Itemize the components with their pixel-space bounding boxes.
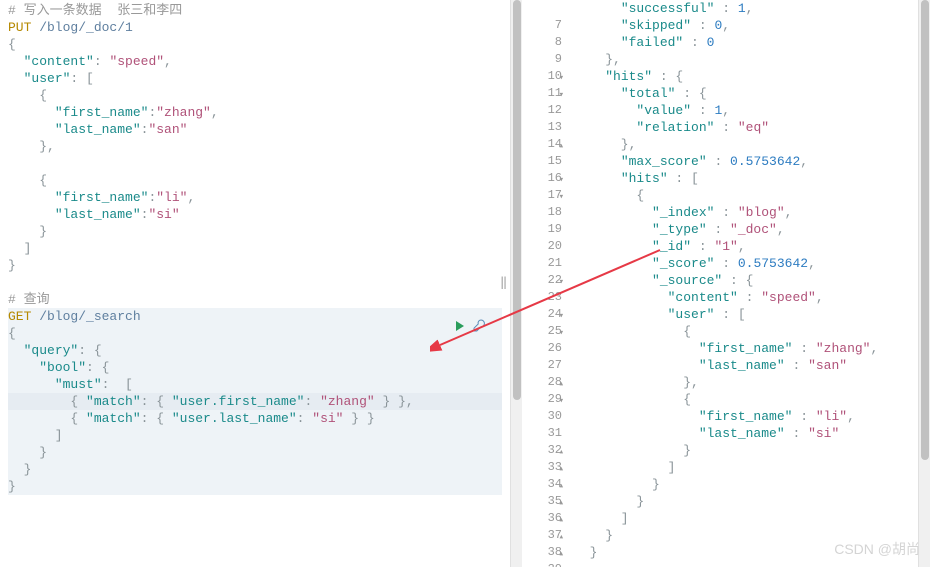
request-path: /blog/_doc/1 <box>31 20 132 35</box>
scrollbar-left[interactable] <box>510 0 522 567</box>
response-code: "successful" : 1, "skipped" : 0, "failed… <box>570 0 918 567</box>
request-editor[interactable]: # 写入一条数据 张三和李四 PUT /blog/_doc/1 { "conte… <box>0 0 510 567</box>
request-path: /blog/_search <box>31 309 140 324</box>
response-viewer[interactable]: 78910▾11▾121314▴1516▾17▾1819202122▾2324▾… <box>522 0 918 567</box>
line-gutter: 78910▾11▾121314▴1516▾17▾1819202122▾2324▾… <box>522 0 570 567</box>
http-method-put: PUT <box>8 20 31 35</box>
comment-text: 写入一条数据 张三和李四 <box>16 3 182 18</box>
comment-hash: # <box>8 3 16 18</box>
comment-hash: # <box>8 292 16 307</box>
http-method-get: GET <box>8 309 31 324</box>
divider-handle-icon[interactable]: ‖ <box>500 275 507 290</box>
watermark: CSDN @胡尚 <box>834 539 920 559</box>
play-icon[interactable] <box>454 320 466 336</box>
request-actions <box>454 319 486 337</box>
wrench-icon[interactable] <box>472 319 486 337</box>
comment-text: 查询 <box>16 292 50 307</box>
scrollbar-right[interactable] <box>918 0 930 567</box>
